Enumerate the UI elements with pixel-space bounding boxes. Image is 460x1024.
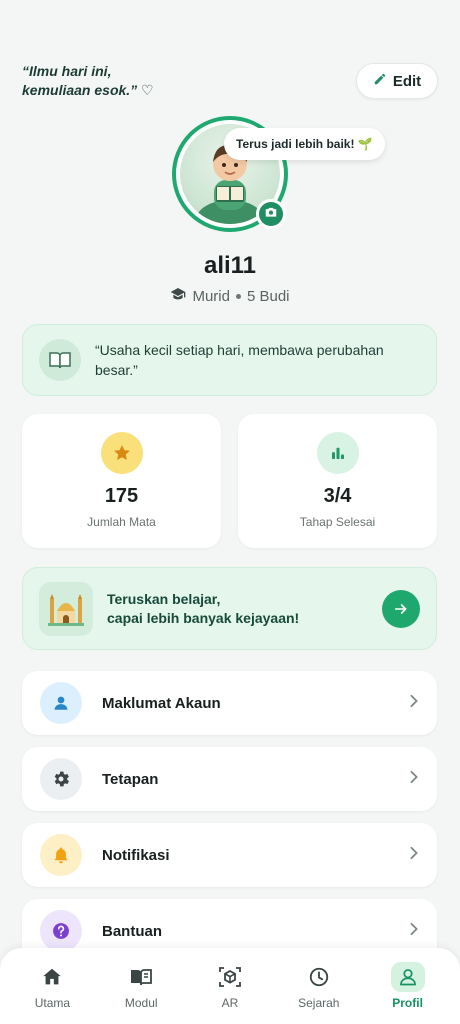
graduation-cap-icon — [170, 287, 186, 305]
stat-label: Jumlah Mata — [87, 515, 156, 529]
edit-profile-button[interactable]: Edit — [356, 63, 438, 99]
ar-cube-icon — [213, 962, 247, 992]
menu-item-label: Bantuan — [102, 922, 162, 940]
gear-icon — [40, 758, 82, 800]
bell-icon — [40, 834, 82, 876]
nav-item-home[interactable]: Utama — [12, 962, 92, 1010]
nav-item-ar[interactable]: AR — [190, 962, 270, 1010]
star-icon — [100, 432, 143, 474]
change-photo-button[interactable] — [256, 199, 286, 229]
nav-label: AR — [221, 996, 239, 1010]
encouragement-bubble: Terus jadi lebih baik! 🌱 — [224, 128, 385, 160]
chevron-right-icon — [409, 770, 419, 789]
menu-item-account-info[interactable]: Maklumat Akaun — [22, 671, 437, 735]
stat-card-points: 175 Jumlah Mata — [22, 414, 221, 548]
motto-card: “Usaha kecil setiap hari, membawa peruba… — [22, 324, 437, 396]
nav-item-profile[interactable]: Profil — [368, 962, 448, 1010]
stat-card-levels: 3/4 Tahap Selesai — [238, 414, 437, 548]
open-book-icon — [39, 339, 81, 381]
continue-learning-card[interactable]: Teruskan belajar, capai lebih banyak kej… — [22, 567, 437, 650]
clock-icon — [302, 962, 336, 992]
nav-label: Modul — [124, 996, 158, 1010]
nav-item-modules[interactable]: Modul — [101, 962, 181, 1010]
edit-label: Edit — [392, 72, 422, 90]
separator-dot — [235, 293, 241, 299]
chevron-right-icon — [409, 694, 419, 713]
book-icon — [124, 962, 158, 992]
profile-icon — [390, 962, 425, 992]
header-quote-line1: “Ilmu hari ini, — [22, 63, 112, 79]
menu-item-label: Tetapan — [102, 770, 159, 788]
motto-text: “Usaha kecil setiap hari, membawa peruba… — [95, 342, 384, 378]
header-quote-line2: kemuliaan esok.” ♡ — [22, 82, 154, 98]
role-label: Murid — [192, 287, 230, 305]
user-role-line: Murid 5 Budi — [0, 287, 460, 305]
menu-item-notifications[interactable]: Notifikasi — [22, 823, 437, 887]
chevron-right-icon — [409, 846, 419, 865]
stat-value: 175 — [104, 485, 139, 507]
class-label: 5 Budi — [246, 287, 290, 305]
cta-line2: capai lebih banyak kejayaan! — [107, 609, 300, 626]
pencil-icon — [373, 72, 387, 90]
nav-label: Utama — [34, 996, 71, 1010]
menu-item-label: Notifikasi — [102, 846, 170, 864]
nav-label: Sejarah — [298, 996, 340, 1010]
stat-label: Tahap Selesai — [299, 515, 376, 529]
arrow-right-icon[interactable] — [382, 589, 420, 628]
camera-icon — [264, 205, 278, 224]
bottom-navigation: Utama Modul AR Sejarah Profil — [0, 948, 460, 1024]
cta-line1: Teruskan belajar, — [107, 590, 221, 607]
header-quote: “Ilmu hari ini, kemuliaan esok.” ♡ — [22, 62, 154, 100]
menu-item-label: Maklumat Akaun — [102, 694, 221, 712]
menu-item-settings[interactable]: Tetapan — [22, 747, 437, 811]
nav-item-history[interactable]: Sejarah — [279, 962, 359, 1010]
home-icon — [35, 962, 69, 992]
cta-text: Teruskan belajar, capai lebih banyak kej… — [107, 590, 368, 628]
bubble-text: Terus jadi lebih baik! 🌱 — [236, 137, 373, 151]
bar-chart-icon — [316, 432, 359, 474]
nav-label: Profil — [392, 996, 423, 1010]
stat-value: 3/4 — [323, 485, 352, 507]
user-icon — [40, 682, 82, 724]
help-icon — [40, 910, 82, 952]
username: ali11 — [203, 252, 257, 279]
chevron-right-icon — [409, 922, 419, 941]
mosque-icon — [39, 581, 93, 636]
